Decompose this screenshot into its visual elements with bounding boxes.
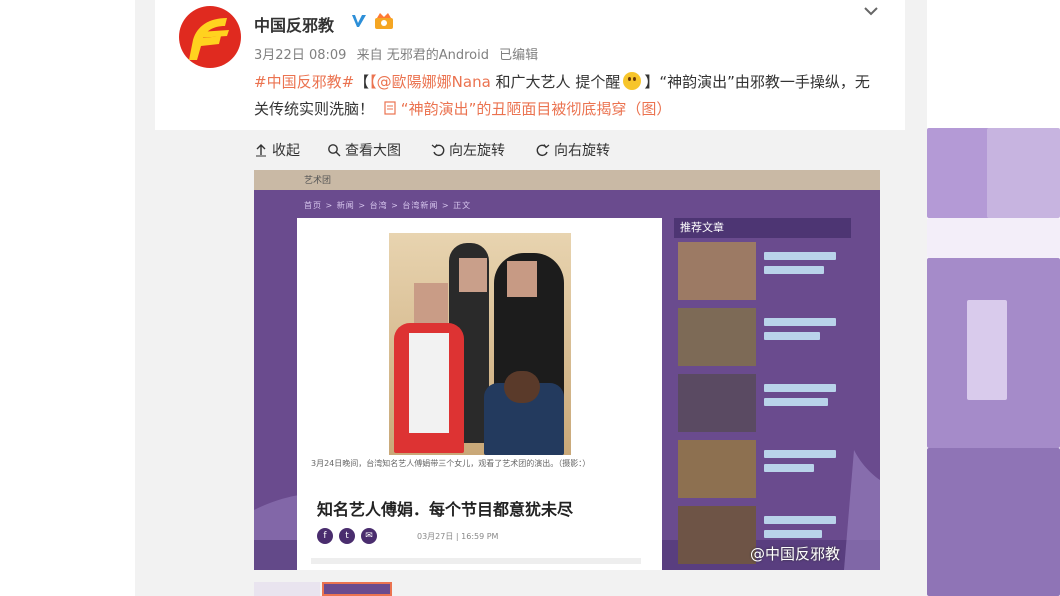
embedded-headline: 知名艺人傅娟．每个节目都意犹未尽 (317, 500, 574, 519)
rotate-left-button[interactable]: 向左旋转 (431, 140, 505, 160)
hashtag-link[interactable]: #中国反邪教# (254, 73, 354, 91)
embedded-screenshot[interactable]: 艺术团 首页 > 新闻 > 台湾 > 台湾新闻 > 正文 3月24日晚间，台湾知… (254, 170, 880, 570)
sidebar-item (678, 440, 848, 498)
nickname[interactable]: 中国反邪教 (254, 12, 334, 36)
facebook-icon: f (317, 528, 333, 544)
article-text-line (311, 558, 641, 564)
post-source: 来自 无邪君的Android (356, 48, 489, 63)
bracket-text: 【 (354, 73, 370, 91)
verified-icon (352, 15, 366, 27)
article-link[interactable]: “神韵演出”的丑陋面目被彻底揭穿（图） (379, 100, 672, 118)
photo-caption: 3月24日晚间，台湾知名艺人傅娟带三个女儿，观看了艺术团的演出。（摄影：） (311, 459, 591, 468)
collapse-icon (256, 144, 266, 157)
weibo-watermark: @中国反邪教 (750, 545, 841, 563)
embedded-article: 3月24日晚间，台湾知名艺人傅娟带三个女儿，观看了艺术团的演出。（摄影：） 知名… (297, 218, 662, 570)
article-icon (384, 101, 396, 115)
embedded-pubtime: 03月27日 | 16:59 PM (417, 532, 499, 541)
rotate-right-icon (536, 144, 550, 157)
thumbnail-2-selected[interactable] (322, 582, 392, 596)
search-icon (328, 144, 341, 157)
edited-label[interactable]: 已编辑 (499, 48, 538, 63)
smile-emoji-icon (623, 72, 642, 90)
thumbnail-1[interactable] (254, 582, 320, 596)
rotate-right-label: 向右旋转 (554, 143, 610, 159)
chevron-down-icon[interactable] (862, 4, 880, 18)
article-link-text[interactable]: “神韵演出”的丑陋面目被彻底揭穿（图） (401, 100, 672, 118)
vip-badge-icon (375, 13, 393, 29)
sidebar-item (678, 374, 848, 432)
embedded-sidebar: 推荐文章 (674, 218, 851, 570)
sidebar-title: 推荐文章 (674, 218, 851, 238)
background-right (927, 0, 1060, 596)
post-body-1: 和广大艺人 提个醒 (490, 73, 621, 91)
post-meta: 3月22日 08:09 来自 无邪君的Android 已编辑 (254, 44, 544, 63)
post-date[interactable]: 3月22日 08:09 (254, 48, 346, 63)
rotate-right-button[interactable]: 向右旋转 (536, 140, 610, 160)
view-large-button[interactable]: 查看大图 (327, 140, 401, 160)
rotate-left-icon (431, 144, 445, 157)
mention-link[interactable]: 【@歐陽娜娜Nana (369, 73, 491, 91)
share-icons: f t ✉ (317, 528, 377, 544)
rotate-left-label: 向左旋转 (449, 143, 505, 159)
post-text: #中国反邪教#【【@歐陽娜娜Nana 和广大艺人 提个醒 】“神韵演出”由邪教一手… (254, 69, 884, 123)
embedded-breadcrumb: 首页 > 新闻 > 台湾 > 台湾新闻 > 正文 (304, 201, 472, 210)
sidebar-item (678, 242, 848, 300)
collapse-button[interactable]: 收起 (254, 140, 300, 160)
view-large-label: 查看大图 (345, 143, 401, 159)
email-icon: ✉ (361, 528, 377, 544)
collapse-label: 收起 (272, 143, 300, 159)
embedded-site-label: 艺术团 (304, 176, 332, 186)
sidebar-item (678, 308, 848, 366)
family-photo (389, 233, 571, 455)
avatar[interactable] (179, 6, 241, 68)
background-left (0, 0, 135, 596)
embedded-header: 艺术团 (254, 170, 880, 190)
twitter-icon: t (339, 528, 355, 544)
